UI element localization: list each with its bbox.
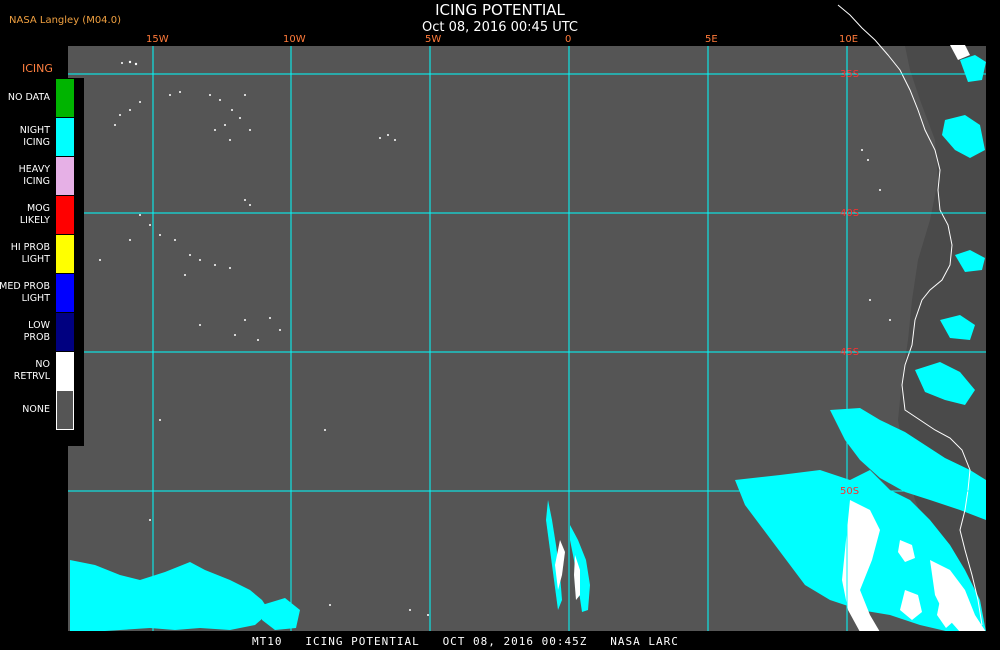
lon-label-15w: 15W xyxy=(146,34,169,45)
legend-item-hi-prob-light: HI PROB LIGHT xyxy=(0,234,76,273)
lat-label-45s: 45S xyxy=(840,347,859,358)
lon-label-10e: 10E xyxy=(839,34,859,45)
legend-label: NO RETRVL xyxy=(0,351,50,390)
legend-item-heavy-icing: HEAVY ICING xyxy=(0,156,76,195)
legend-swatch xyxy=(56,78,74,117)
legend-label: HEAVY ICING xyxy=(0,156,50,195)
footer-text: MT10 ICING POTENTIAL OCT 08, 2016 00:45Z… xyxy=(252,635,679,648)
legend-label: MED PROB LIGHT xyxy=(0,273,50,312)
legend-item-low-prob: LOW PROB xyxy=(0,312,76,351)
legend-label: MOG LIKELY xyxy=(0,195,50,234)
lon-label-5w: 5W xyxy=(425,34,442,45)
legend-label-lines: HEAVY ICING xyxy=(18,163,50,187)
legend-label: NIGHT ICING xyxy=(0,117,50,156)
icing-map: 35S 40S 45S 50S xyxy=(68,4,986,632)
legend-label-lines: LOW PROB xyxy=(23,319,50,343)
legend-swatch xyxy=(56,312,74,351)
legend-label-lines: MED PROB LIGHT xyxy=(0,280,50,304)
legend-title: ICING xyxy=(22,62,53,75)
legend-label-lines: HI PROB LIGHT xyxy=(10,241,50,265)
legend-label-lines: NO RETRVL xyxy=(13,358,50,382)
legend-item-none: NONE xyxy=(0,390,76,430)
legend-swatch xyxy=(56,117,74,156)
lon-label-10w: 10W xyxy=(283,34,306,45)
legend-item-night-icing: NIGHT ICING xyxy=(0,117,76,156)
legend-swatch xyxy=(56,273,74,312)
legend-label-lines: MOG LIKELY xyxy=(19,202,50,226)
legend-item-med-prob-light: MED PROB LIGHT xyxy=(0,273,76,312)
legend-item-no-data: NO DATA xyxy=(0,78,76,117)
lat-label-50s: 50S xyxy=(840,486,859,497)
legend-swatch xyxy=(56,195,74,234)
legend: NO DATA NIGHT ICING HEAVY ICING MOG LIKELY … xyxy=(0,78,84,446)
lon-label-5e: 5E xyxy=(705,34,718,45)
lat-label-35s: 35S xyxy=(840,69,859,80)
legend-swatch xyxy=(56,156,74,195)
lat-label-40s: 40S xyxy=(840,208,859,219)
lon-label-0: 0 xyxy=(565,34,572,45)
legend-swatch xyxy=(56,351,74,390)
legend-label: NO DATA xyxy=(7,91,50,103)
legend-label: HI PROB LIGHT xyxy=(0,234,50,273)
legend-label-lines: NIGHT ICING xyxy=(19,124,50,148)
legend-swatch xyxy=(56,234,74,273)
legend-label: LOW PROB xyxy=(0,312,50,351)
legend-label: NONE xyxy=(22,403,50,415)
legend-item-no-retrvl: NO RETRVL xyxy=(0,351,76,390)
legend-swatch xyxy=(56,390,74,430)
legend-item-mog-likely: MOG LIKELY xyxy=(0,195,76,234)
